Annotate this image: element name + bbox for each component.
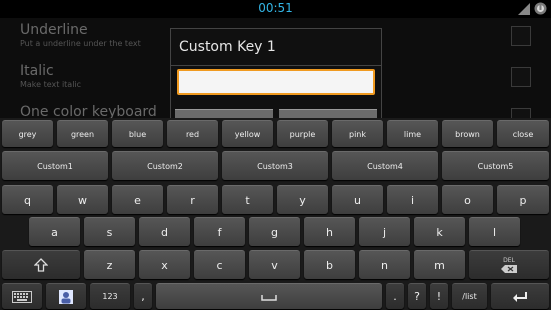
setting-subtitle: Put a underline under the text — [20, 39, 141, 48]
setting-subtitle: Make text italic — [20, 80, 82, 89]
underline-checkbox[interactable] — [511, 26, 531, 46]
delete-key[interactable]: DEL — [469, 250, 549, 279]
key-o[interactable]: o — [442, 185, 493, 214]
battery-icon — [534, 2, 547, 15]
key-w[interactable]: w — [57, 185, 108, 214]
key-q[interactable]: q — [2, 185, 53, 214]
key-r[interactable]: r — [167, 185, 218, 214]
key-yellow[interactable]: yellow — [222, 120, 273, 147]
key-j[interactable]: j — [359, 217, 410, 246]
italic-checkbox[interactable] — [511, 67, 531, 87]
key-lime[interactable]: lime — [387, 120, 438, 147]
custom-key-input[interactable] — [177, 69, 375, 95]
key-e[interactable]: e — [112, 185, 163, 214]
setting-title: Underline — [20, 22, 88, 38]
key-purple[interactable]: purple — [277, 120, 328, 147]
status-clock: 00:51 — [258, 1, 293, 15]
avatar-key[interactable] — [46, 283, 86, 309]
key-m[interactable]: m — [414, 250, 465, 279]
key-u[interactable]: u — [332, 185, 383, 214]
key-h[interactable]: h — [304, 217, 355, 246]
status-bar: 00:51 — [0, 0, 551, 18]
custom-key-dialog: Custom Key 1 — [170, 28, 382, 120]
key-custom5[interactable]: Custom5 — [442, 151, 549, 180]
setting-title: Italic — [20, 63, 54, 79]
key-custom3[interactable]: Custom3 — [222, 151, 328, 180]
key-custom4[interactable]: Custom4 — [332, 151, 438, 180]
key-red[interactable]: red — [167, 120, 218, 147]
signal-icon — [518, 2, 530, 15]
setting-underline[interactable]: Underline Put a underline under the text — [20, 22, 141, 48]
enter-key[interactable] — [491, 283, 549, 309]
avatar-icon — [59, 289, 73, 304]
key-a[interactable]: a — [29, 217, 80, 246]
key-pink[interactable]: pink — [332, 120, 383, 147]
key-period[interactable]: . — [386, 283, 404, 309]
setting-italic[interactable]: Italic Make text italic — [20, 63, 81, 89]
key-t[interactable]: t — [222, 185, 273, 214]
enter-icon — [513, 291, 527, 302]
space-key[interactable] — [156, 283, 382, 309]
delete-label: DEL — [503, 256, 515, 264]
list-key[interactable]: /list — [452, 283, 487, 309]
key-z[interactable]: z — [84, 250, 135, 279]
key-k[interactable]: k — [414, 217, 465, 246]
key-n[interactable]: n — [359, 250, 410, 279]
key-close[interactable]: close — [497, 120, 549, 147]
key-v[interactable]: v — [249, 250, 300, 279]
key-question[interactable]: ? — [408, 283, 426, 309]
key-s[interactable]: s — [84, 217, 135, 246]
keyboard-settings-key[interactable] — [2, 283, 42, 309]
key-grey[interactable]: grey — [2, 120, 53, 147]
dialog-divider — [171, 65, 381, 66]
key-x[interactable]: x — [139, 250, 190, 279]
key-l[interactable]: l — [469, 217, 520, 246]
key-green[interactable]: green — [57, 120, 108, 147]
shift-icon — [34, 258, 48, 272]
keyboard-icon — [12, 290, 32, 303]
key-y[interactable]: y — [277, 185, 328, 214]
key-i[interactable]: i — [387, 185, 438, 214]
keyboard: grey green blue red yellow purple pink l… — [0, 118, 551, 310]
key-comma[interactable]: , — [134, 283, 152, 309]
numbers-key[interactable]: 123 — [90, 283, 130, 309]
key-custom1[interactable]: Custom1 — [2, 151, 108, 180]
key-f[interactable]: f — [194, 217, 245, 246]
key-b[interactable]: b — [304, 250, 355, 279]
dialog-title: Custom Key 1 — [179, 39, 276, 55]
key-exclaim[interactable]: ! — [430, 283, 448, 309]
space-icon — [261, 294, 277, 301]
key-custom2[interactable]: Custom2 — [112, 151, 218, 180]
key-c[interactable]: c — [194, 250, 245, 279]
key-p[interactable]: p — [497, 185, 549, 214]
shift-key[interactable] — [2, 250, 80, 279]
key-g[interactable]: g — [249, 217, 300, 246]
key-d[interactable]: d — [139, 217, 190, 246]
key-brown[interactable]: brown — [442, 120, 493, 147]
backspace-icon — [501, 264, 517, 273]
key-blue[interactable]: blue — [112, 120, 163, 147]
